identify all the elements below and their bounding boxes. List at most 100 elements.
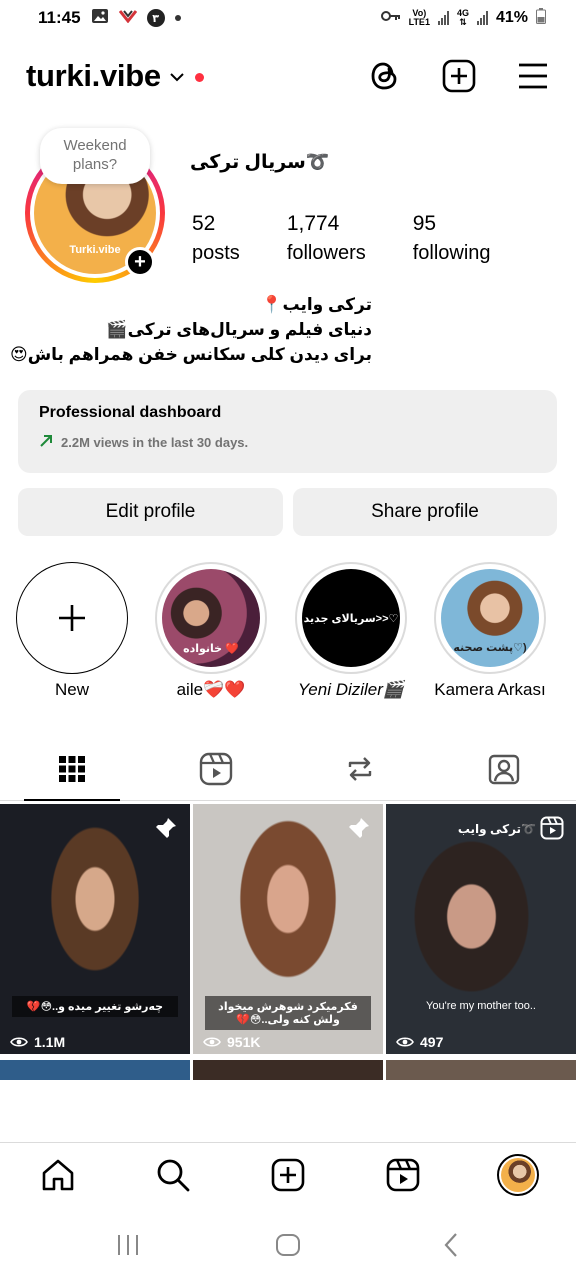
post-caption: چه‌رشو تغییر میده و..😳💔 bbox=[12, 996, 178, 1017]
share-profile-button[interactable]: Share profile bbox=[293, 488, 557, 536]
app-notification-icon bbox=[118, 8, 137, 28]
search-icon[interactable] bbox=[153, 1155, 193, 1195]
highlight-yeni-diziler[interactable]: سریالای جدید>>♡ Yeni Diziler🎬 bbox=[294, 562, 408, 700]
menu-icon[interactable] bbox=[516, 59, 550, 93]
bio-line: ترکی وایب📍 bbox=[261, 295, 372, 314]
bio-line: برای دیدن کلی سکانس خفن همراهم باش😍 bbox=[9, 345, 372, 364]
stat-followers[interactable]: 1,774 followers bbox=[287, 212, 366, 265]
edit-profile-button[interactable]: Edit profile bbox=[18, 488, 283, 536]
highlight-thumb-text: سریالای جدید>>♡ bbox=[303, 612, 399, 625]
bio: ترکی وایب📍 دنیای فیلم و سریال‌های ترکی🎬 … bbox=[9, 292, 372, 367]
post-views: 497 bbox=[396, 1034, 443, 1050]
create-icon[interactable] bbox=[268, 1155, 308, 1195]
eye-icon bbox=[396, 1037, 414, 1047]
highlight-new[interactable]: New bbox=[15, 562, 129, 700]
reposts-icon bbox=[348, 756, 372, 781]
post-tile[interactable]: ترکی وایب➰ You're my mother too.. 497 bbox=[386, 804, 576, 1054]
dashboard-subtitle: 2.2M views in the last 30 days. bbox=[61, 435, 249, 450]
note-bubble[interactable]: Weekend plans? bbox=[40, 128, 150, 184]
pin-icon bbox=[347, 816, 371, 845]
more-notifications-dot bbox=[174, 15, 181, 21]
account-switcher-username[interactable]: turki.vibe bbox=[26, 58, 161, 94]
stat-label: followers bbox=[286, 242, 366, 264]
tab-tagged[interactable] bbox=[456, 737, 552, 800]
post-tile[interactable] bbox=[193, 1060, 383, 1080]
display-name: سریال ترکی➰ bbox=[190, 152, 330, 173]
profile-stats: 52 posts 1,774 followers 95 following bbox=[192, 212, 538, 265]
tab-reels[interactable] bbox=[168, 737, 264, 800]
highlight-kamera-arkasi[interactable]: پشت صحنه♡) Kamera Arkası bbox=[433, 562, 547, 700]
signal-icon bbox=[437, 11, 449, 25]
profile-tabs bbox=[0, 737, 576, 801]
stat-value: 1,774 bbox=[286, 212, 340, 235]
highlight-thumb-text: پشت صحنه♡) bbox=[453, 641, 527, 654]
eye-icon bbox=[10, 1037, 28, 1047]
add-story-button[interactable]: + bbox=[125, 247, 155, 277]
post-tile[interactable]: فکرمیکرد شوهرش میخواد ولش کنه ولی..😳💔 95… bbox=[193, 804, 383, 1054]
create-post-icon[interactable] bbox=[442, 59, 476, 93]
pin-icon bbox=[154, 816, 178, 845]
dashboard-subtitle-row: 2.2M views in the last 30 days. bbox=[39, 434, 536, 451]
post-caption: فکرمیکرد شوهرش میخواد ولش کنه ولی..😳💔 bbox=[205, 996, 371, 1030]
tagged-icon bbox=[488, 754, 520, 784]
volte-label: Vo) LTE1 bbox=[408, 8, 430, 27]
status-bar: 11:45 ٣ Vo) LTE1 4G ⇅ 41% bbox=[0, 0, 576, 36]
highlight-label: New bbox=[54, 680, 89, 699]
stat-label: following bbox=[412, 242, 491, 264]
highlight-thumbnail: سریالای جدید>>♡ bbox=[302, 569, 400, 667]
stat-following[interactable]: 95 following bbox=[413, 212, 491, 265]
reel-icon bbox=[540, 816, 564, 845]
post-tile[interactable] bbox=[386, 1060, 576, 1080]
highlight-aile[interactable]: خانواده ❤️ aile❤️‍🩹❤️ bbox=[154, 562, 268, 700]
battery-percent: 41% bbox=[495, 9, 528, 26]
highlight-thumbnail: پشت صحنه♡) bbox=[441, 569, 539, 667]
stat-value: 95 bbox=[412, 212, 437, 235]
stat-value: 52 bbox=[192, 212, 216, 235]
plus-icon bbox=[59, 605, 85, 631]
signal-icon-2 bbox=[476, 11, 488, 25]
key-icon bbox=[380, 9, 401, 27]
views-count: 497 bbox=[420, 1034, 444, 1050]
post-tile[interactable] bbox=[0, 1060, 190, 1080]
back-icon[interactable] bbox=[436, 1230, 466, 1260]
bottom-navigation bbox=[0, 1142, 576, 1208]
tab-reposts[interactable] bbox=[312, 737, 408, 800]
clock: 11:45 bbox=[38, 8, 81, 27]
profile-header: turki.vibe bbox=[0, 48, 576, 104]
profile-nav-avatar[interactable] bbox=[496, 1153, 540, 1197]
bio-line: دنیای فیلم و سریال‌های ترکی🎬 bbox=[106, 320, 372, 339]
post-tile[interactable]: چه‌رشو تغییر میده و..😳💔 1.1M bbox=[0, 804, 190, 1054]
recent-apps-icon[interactable] bbox=[113, 1230, 143, 1260]
notification-count-badge: ٣ bbox=[146, 9, 165, 27]
grid-icon bbox=[59, 755, 85, 782]
post-subtitle: You're my mother too.. bbox=[426, 1000, 536, 1012]
views-count: 951K bbox=[227, 1034, 261, 1050]
reels-nav-icon[interactable] bbox=[383, 1155, 423, 1195]
post-top-caption: ترکی وایب➰ bbox=[457, 822, 536, 836]
home-icon[interactable] bbox=[38, 1155, 78, 1195]
chevron-down-icon[interactable] bbox=[169, 69, 185, 87]
unread-dot bbox=[194, 72, 204, 82]
stat-label: posts bbox=[192, 242, 240, 264]
eye-icon bbox=[203, 1037, 221, 1047]
home-button-icon[interactable] bbox=[273, 1230, 303, 1260]
highlight-label: aile❤️‍🩹❤️ bbox=[176, 680, 246, 699]
trending-up-icon bbox=[39, 434, 53, 451]
network-type-label: 4G ⇅ bbox=[456, 8, 469, 27]
tab-grid[interactable] bbox=[24, 737, 120, 801]
post-views: 1.1M bbox=[10, 1034, 65, 1050]
system-navigation-bar bbox=[0, 1210, 576, 1280]
highlight-thumb-text: خانواده ❤️ bbox=[183, 642, 239, 655]
highlight-label: Yeni Diziler🎬 bbox=[297, 680, 405, 699]
stat-posts[interactable]: 52 posts bbox=[192, 212, 240, 265]
threads-icon[interactable] bbox=[368, 59, 402, 93]
highlight-label: Kamera Arkası bbox=[434, 680, 546, 699]
views-count: 1.1M bbox=[34, 1034, 66, 1050]
professional-dashboard[interactable]: Professional dashboard 2.2M views in the… bbox=[18, 390, 557, 473]
gallery-icon bbox=[91, 8, 109, 29]
posts-grid: چه‌رشو تغییر میده و..😳💔 1.1M فکرمیکرد شو… bbox=[0, 804, 576, 1144]
highlight-thumbnail: خانواده ❤️ bbox=[162, 569, 260, 667]
post-views: 951K bbox=[203, 1034, 260, 1050]
reels-icon bbox=[199, 752, 233, 785]
avatar bbox=[501, 1158, 535, 1192]
